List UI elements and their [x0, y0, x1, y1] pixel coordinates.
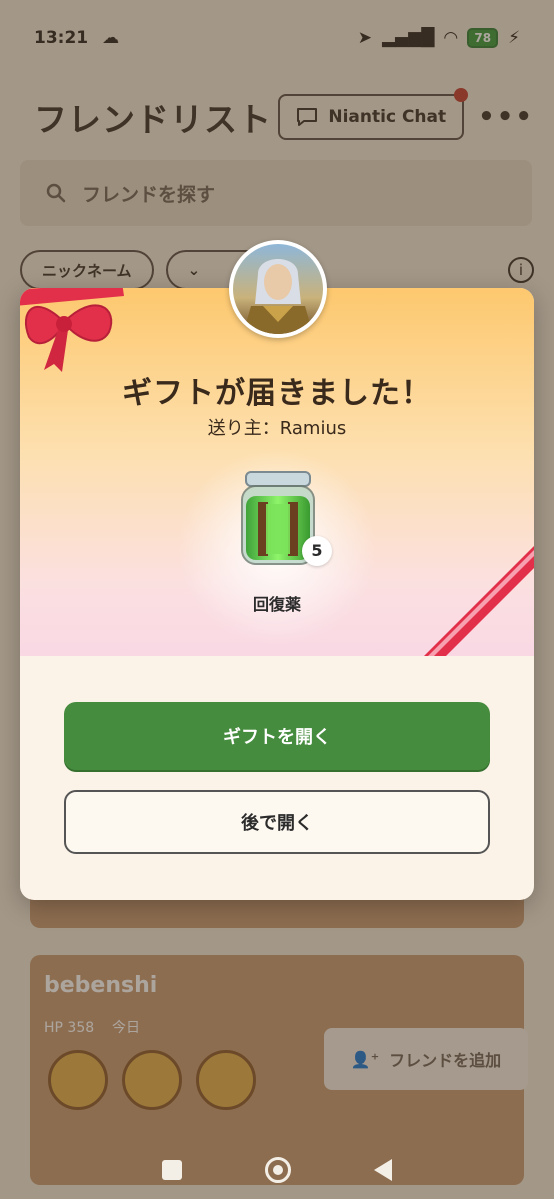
- open-later-button[interactable]: 後で開く: [64, 790, 490, 854]
- gift-modal: ギフトが届きました！ 送り主：Ramius 5 回復薬 ギフトを開く 後で開く: [20, 288, 534, 900]
- home-icon[interactable]: [264, 1156, 291, 1183]
- avatar-image: [233, 244, 323, 334]
- hunter-portrait-icon: [243, 259, 313, 334]
- gift-sender: 送り主：Ramius: [207, 418, 347, 439]
- item-name: 回復薬: [252, 595, 301, 614]
- system-nav-bar: [0, 1140, 554, 1199]
- sender-avatar: [229, 240, 327, 338]
- gift-modal-header: ギフトが届きました！ 送り主：Ramius 5 回復薬: [20, 288, 534, 656]
- gift-title: ギフトが届きました！: [122, 376, 432, 411]
- item-quantity-badge: 5: [302, 536, 332, 566]
- back-icon[interactable]: [374, 1158, 393, 1181]
- recent-apps-icon[interactable]: [161, 1159, 182, 1180]
- ribbon-bow-icon: [20, 288, 124, 372]
- open-gift-button[interactable]: ギフトを開く: [64, 702, 490, 770]
